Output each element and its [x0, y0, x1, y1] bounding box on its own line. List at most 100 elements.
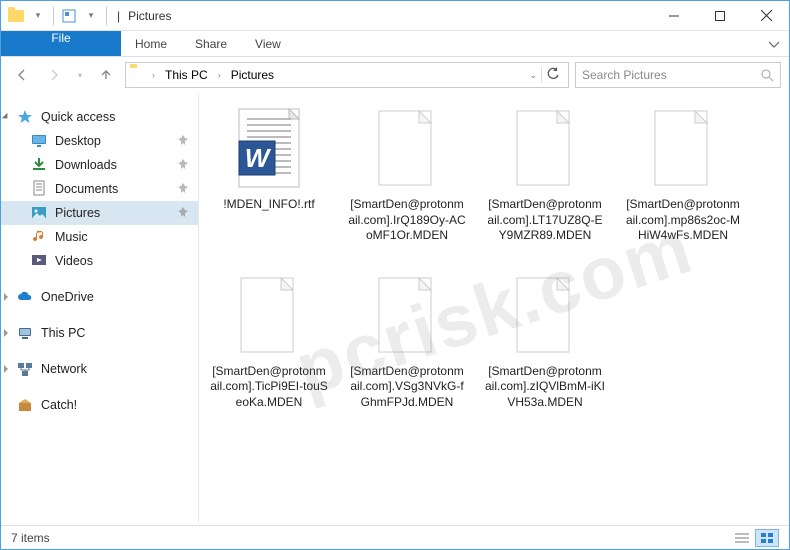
file-item[interactable]: [SmartDen@protonmail.com].TicPi9EI-touSe…	[209, 274, 329, 411]
sidebar-onedrive[interactable]: OneDrive	[1, 285, 198, 309]
sidebar-item-music[interactable]: Music	[1, 225, 198, 249]
recent-dropdown-icon[interactable]: ▾	[73, 62, 87, 88]
icons-view-button[interactable]	[755, 529, 779, 547]
downloads-icon	[31, 156, 47, 175]
sidebar-item-downloads[interactable]: Downloads	[1, 153, 198, 177]
tab-share[interactable]: Share	[181, 31, 241, 56]
sidebar-catch[interactable]: Catch!	[1, 393, 198, 417]
separator	[541, 67, 542, 83]
file-item[interactable]: [SmartDen@protonmail.com].IrQ189Oy-ACoMF…	[347, 107, 467, 244]
file-icon: W	[233, 107, 305, 191]
up-button[interactable]	[93, 62, 119, 88]
file-name: [SmartDen@protonmail.com].zIQVlBmM-iKIVH…	[485, 364, 605, 411]
window-controls	[651, 1, 789, 31]
sidebar-label: Quick access	[41, 110, 115, 124]
maximize-button[interactable]	[697, 1, 743, 31]
file-item[interactable]: [SmartDen@protonmail.com].VSg3NVkG-fGhmF…	[347, 274, 467, 411]
search-icon	[761, 69, 774, 82]
ribbon-expand-icon[interactable]	[759, 31, 789, 56]
window-title-sep: |	[113, 9, 120, 23]
pin-icon	[178, 206, 188, 220]
address-dropdown-icon[interactable]: ⌄	[529, 70, 537, 81]
file-name: [SmartDen@protonmail.com].mp86s2oc-MHiW4…	[623, 197, 743, 244]
file-icon	[509, 107, 581, 191]
forward-button[interactable]	[41, 62, 67, 88]
chevron-right-icon[interactable]: ›	[150, 70, 157, 80]
search-input[interactable]: Search Pictures	[575, 62, 781, 88]
file-item[interactable]: [SmartDen@protonmail.com].LT17UZ8Q-EY9MZ…	[485, 107, 605, 244]
svg-text:W: W	[245, 143, 272, 173]
sidebar-item-label: Desktop	[55, 134, 101, 148]
catch-icon	[17, 397, 33, 413]
window-title: Pictures	[124, 9, 171, 23]
file-icon	[233, 274, 305, 358]
close-button[interactable]	[743, 1, 789, 31]
sidebar-label: Network	[41, 362, 87, 376]
sidebar-quick-access[interactable]: Quick access	[1, 105, 198, 129]
ribbon-tabs: File Home Share View	[1, 31, 789, 57]
qat-dropdown2-icon[interactable]: ▾	[82, 7, 100, 25]
refresh-button[interactable]	[546, 67, 560, 84]
sidebar-label: This PC	[41, 326, 85, 340]
file-name: !MDEN_INFO!.rtf	[223, 197, 314, 213]
music-icon	[31, 228, 47, 247]
sidebar-item-label: Downloads	[55, 158, 117, 172]
sidebar-label: OneDrive	[41, 290, 94, 304]
file-item[interactable]: W !MDEN_INFO!.rtf	[209, 107, 329, 244]
pin-icon	[178, 134, 188, 148]
pin-icon	[178, 158, 188, 172]
chevron-right-icon[interactable]: ›	[216, 70, 223, 80]
folder-icon	[7, 7, 25, 25]
pc-icon	[17, 325, 33, 341]
breadcrumb-thispc[interactable]: This PC	[161, 68, 212, 82]
file-name: [SmartDen@protonmail.com].LT17UZ8Q-EY9MZ…	[485, 197, 605, 244]
file-name: [SmartDen@protonmail.com].VSg3NVkG-fGhmF…	[347, 364, 467, 411]
sidebar-item-label: Music	[55, 230, 88, 244]
separator	[53, 7, 54, 25]
file-list[interactable]: W !MDEN_INFO!.rtf [SmartDen@protonmail.com…	[199, 93, 789, 523]
file-item[interactable]: [SmartDen@protonmail.com].zIQVlBmM-iKIVH…	[485, 274, 605, 411]
quick-access-toolbar: ▾ ▾ | Pictures	[1, 7, 177, 25]
separator	[106, 7, 107, 25]
address-bar[interactable]: › This PC › Pictures ⌄	[125, 62, 569, 88]
sidebar-item-videos[interactable]: Videos	[1, 249, 198, 273]
title-bar: ▾ ▾ | Pictures	[1, 1, 789, 31]
folder-icon	[130, 67, 146, 83]
file-name: [SmartDen@protonmail.com].IrQ189Oy-ACoMF…	[347, 197, 467, 244]
back-button[interactable]	[9, 62, 35, 88]
view-switcher	[730, 529, 779, 547]
desktop-icon	[31, 132, 47, 151]
search-placeholder: Search Pictures	[582, 68, 667, 82]
sidebar-network[interactable]: Network	[1, 357, 198, 381]
pictures-icon	[31, 204, 47, 223]
properties-icon[interactable]	[60, 7, 78, 25]
file-icon	[647, 107, 719, 191]
file-icon	[371, 274, 443, 358]
qat-dropdown-icon[interactable]: ▾	[29, 7, 47, 25]
navigation-pane: Quick access Desktop Downloads Documents Pi…	[1, 93, 199, 523]
sidebar-label: Catch!	[41, 398, 77, 412]
status-bar: 7 items	[1, 525, 789, 549]
tab-home[interactable]: Home	[121, 31, 181, 56]
cloud-icon	[17, 289, 33, 305]
sidebar-item-label: Documents	[55, 182, 118, 196]
network-icon	[17, 361, 33, 377]
sidebar-item-desktop[interactable]: Desktop	[1, 129, 198, 153]
sidebar-item-label: Pictures	[55, 206, 100, 220]
minimize-button[interactable]	[651, 1, 697, 31]
file-icon	[509, 274, 581, 358]
sidebar-thispc[interactable]: This PC	[1, 321, 198, 345]
file-item[interactable]: [SmartDen@protonmail.com].mp86s2oc-MHiW4…	[623, 107, 743, 244]
videos-icon	[31, 252, 47, 271]
file-name: [SmartDen@protonmail.com].TicPi9EI-touSe…	[209, 364, 329, 411]
details-view-button[interactable]	[730, 529, 754, 547]
breadcrumb-pictures[interactable]: Pictures	[227, 68, 278, 82]
explorer-body: Quick access Desktop Downloads Documents Pi…	[1, 93, 789, 523]
sidebar-item-documents[interactable]: Documents	[1, 177, 198, 201]
tab-file[interactable]: File	[1, 31, 121, 56]
navigation-bar: ▾ › This PC › Pictures ⌄ Search Pictures	[1, 57, 789, 93]
tab-view[interactable]: View	[241, 31, 295, 56]
sidebar-item-pictures[interactable]: Pictures	[1, 201, 198, 225]
pin-icon	[178, 182, 188, 196]
file-icon	[371, 107, 443, 191]
